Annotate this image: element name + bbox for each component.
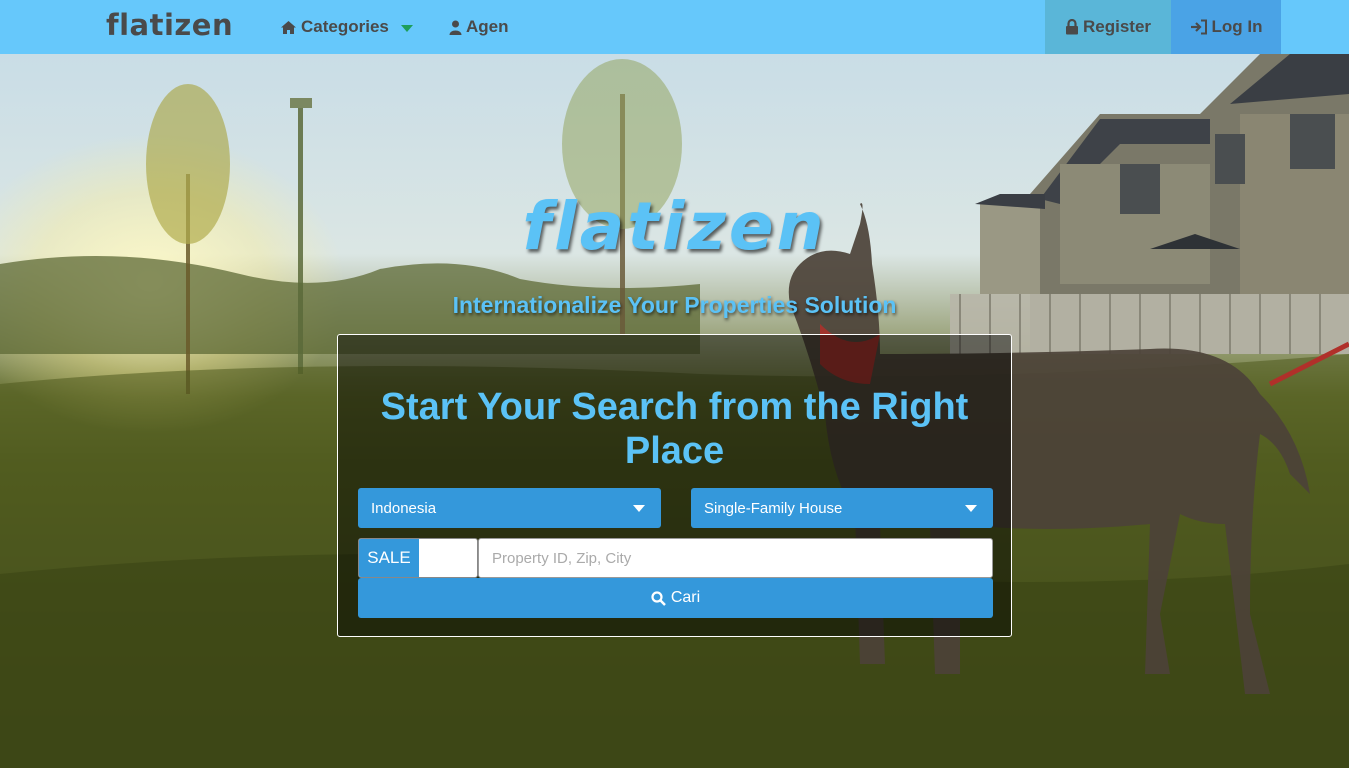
dropdown-arrow-icon — [633, 505, 645, 512]
nav-agen[interactable]: Agen — [449, 0, 509, 54]
nav-categories[interactable]: Categories — [280, 0, 413, 54]
listing-type-toggle[interactable]: SALE — [358, 538, 478, 578]
hero-tagline: Internationalize Your Properties Solutio… — [452, 292, 897, 318]
register-label: Register — [1082, 17, 1152, 36]
search-icon — [651, 590, 666, 606]
login-button[interactable]: Log In — [1171, 0, 1281, 54]
login-label: Log In — [1211, 17, 1263, 36]
property-type-select[interactable]: Single-Family House — [691, 488, 993, 528]
search-panel: Start Your Search from the Right Place I… — [337, 334, 1012, 637]
property-type-select-value: Single-Family House — [704, 499, 843, 517]
home-icon — [281, 20, 296, 34]
search-submit-label: Cari — [670, 589, 701, 606]
user-icon — [449, 20, 462, 35]
nav-agen-label: Agen — [466, 17, 509, 36]
country-select[interactable]: Indonesia — [358, 488, 661, 528]
navbar: flatizen Categories Agen Register Log In — [0, 0, 1349, 54]
hero-logo: flatizen — [522, 188, 827, 265]
sale-button[interactable]: SALE — [359, 539, 419, 577]
sign-in-icon — [1190, 19, 1207, 35]
brand-logo[interactable]: flatizen — [106, 8, 233, 42]
search-submit-button[interactable]: Cari — [358, 578, 993, 618]
country-select-value: Indonesia — [371, 499, 437, 517]
nav-categories-label: Categories — [301, 17, 389, 36]
dropdown-arrow-icon — [965, 505, 977, 512]
register-button[interactable]: Register — [1045, 0, 1171, 54]
search-input[interactable] — [478, 538, 993, 578]
lock-icon — [1065, 19, 1078, 35]
search-heading: Start Your Search from the Right Place — [380, 386, 969, 472]
caret-down-icon — [400, 24, 413, 32]
